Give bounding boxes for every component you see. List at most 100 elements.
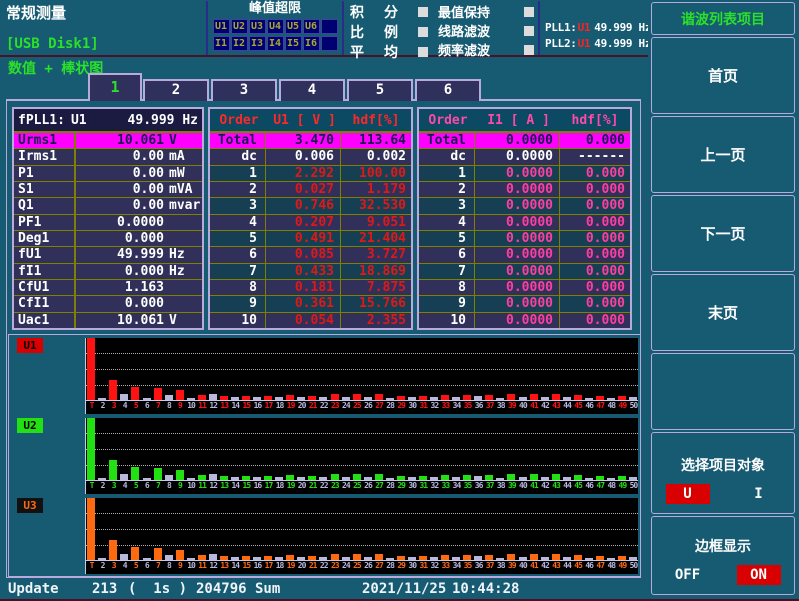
- harmonics-row-3: 30.00000.000: [419, 198, 630, 214]
- peak-indicator-i: I6: [303, 36, 320, 51]
- element-rows: Urms110.061VIrms10.00mAP10.00mWS10.00mVA…: [14, 133, 202, 328]
- harmonic-value: 0.0000: [475, 296, 560, 311]
- flag-checkbox-indicator: [524, 7, 534, 17]
- harmonic-bar: [607, 478, 615, 480]
- harmonics-row-8: 80.1817.875: [210, 280, 411, 296]
- harmonic-bar: [264, 476, 272, 480]
- chart-plot-area: T234567891011121314151617181920212223242…: [85, 498, 638, 574]
- element-row-fU1: fU149.999Hz: [14, 247, 202, 263]
- select-item-object-label: 选择项目对象: [681, 455, 765, 475]
- harmonic-bar: [485, 395, 493, 400]
- update-count: 213: [92, 581, 117, 597]
- element-value: 10.061: [76, 313, 164, 328]
- option-off[interactable]: OFF: [666, 565, 710, 585]
- harmonic-order: 10: [419, 313, 475, 328]
- tab-element-4[interactable]: 4: [279, 79, 345, 101]
- harmonic-bar: [607, 558, 615, 560]
- harmonic-bar: [253, 557, 261, 560]
- harmonic-bar: [198, 395, 206, 400]
- peak-over-limit-section: 峰值超限 U1U2U3U4U5U6 I1I2I3I4I5I6: [206, 1, 344, 55]
- option-u[interactable]: U: [666, 484, 710, 504]
- option-i[interactable]: I: [737, 484, 781, 504]
- tab-element-2[interactable]: 2: [143, 79, 209, 101]
- border-display-button[interactable]: 边框显示 OFF ON: [651, 516, 795, 595]
- element-value: 10.061: [76, 133, 164, 148]
- harmonic-order: 3: [210, 198, 266, 213]
- harmonic-bar: [131, 547, 139, 560]
- harmonic-bar: [452, 557, 460, 560]
- peak-i-indicators: I1I2I3I4I5I6: [211, 36, 339, 51]
- harmonic-hdf: 0.000: [560, 296, 630, 311]
- harmonic-bar: [319, 477, 327, 480]
- harmonic-hdf: 18.869: [341, 264, 411, 279]
- element-unit: mvar: [164, 198, 202, 213]
- harmonic-bar: [87, 418, 95, 480]
- element-row-CfU1: CfU11.163: [14, 280, 202, 296]
- harmonic-bar: [165, 475, 173, 480]
- softkey-4[interactable]: 末页: [651, 274, 795, 351]
- pll-frequency: 49.999 Hz: [594, 21, 651, 34]
- select-item-object-button[interactable]: 选择项目对象 U I: [651, 432, 795, 514]
- flag-char: 例: [384, 22, 398, 42]
- harmonic-bar: [198, 475, 206, 480]
- harmonic-order: 3: [419, 198, 475, 213]
- harmonic-bar: [585, 398, 593, 400]
- i-harmonics-table: OrderI1 [ A ]hdf[%]Total0.00000.000dc0.0…: [417, 107, 632, 330]
- element-row-Deg1: Deg10.000: [14, 231, 202, 247]
- harmonic-bar: [98, 558, 106, 560]
- harmonic-order: 2: [210, 182, 266, 197]
- harmonic-bar: [386, 478, 394, 480]
- element-name: Deg1: [14, 231, 76, 246]
- harmonic-bar: [375, 474, 383, 480]
- harmonic-hdf: 0.000: [560, 215, 630, 230]
- harmonic-bar: [552, 394, 560, 400]
- harmonic-bar: [242, 396, 250, 400]
- harmonic-order: 6: [419, 247, 475, 262]
- harmonic-hdf: 0.000: [560, 280, 630, 295]
- harmonic-bar: [331, 554, 339, 560]
- element-value: 1.163: [76, 280, 164, 295]
- element-name: fU1: [14, 247, 76, 262]
- harmonics-row-Total: Total3.470113.64: [210, 133, 411, 149]
- harmonic-bar: [297, 397, 305, 400]
- harmonic-bar: [286, 555, 294, 560]
- order-header: Order: [419, 113, 477, 128]
- tab-element-1[interactable]: 1: [88, 73, 142, 101]
- pll-section: PLL1:U149.999 HzPLL2:U149.999 Hz: [538, 1, 646, 55]
- tab-element-5[interactable]: 5: [347, 79, 413, 101]
- gridline: [86, 385, 638, 386]
- harmonic-order: Total: [210, 133, 266, 148]
- softkey-2[interactable]: 上一页: [651, 116, 795, 193]
- peak-indicator-u: U2: [231, 19, 248, 34]
- peak-indicator-u: [321, 19, 338, 34]
- mode-section: 常规测量 [USB Disk1]: [2, 1, 202, 53]
- chart-channel-label: U3: [17, 498, 43, 513]
- tab-element-3[interactable]: 3: [211, 79, 277, 101]
- harmonic-bar: [342, 397, 350, 400]
- hdf-header: hdf[%]: [560, 113, 630, 128]
- harmonic-hdf: 3.727: [341, 247, 411, 262]
- softkey-1[interactable]: 首页: [651, 37, 795, 114]
- softkey-empty[interactable]: [651, 353, 795, 430]
- flag-char: 比: [350, 22, 364, 42]
- tab-element-6[interactable]: 6: [415, 79, 481, 101]
- element-value: 0.0000: [76, 215, 164, 230]
- harmonic-value: 0.085: [266, 247, 341, 262]
- harmonic-bar: [463, 555, 471, 560]
- harmonic-bar: [253, 477, 261, 480]
- update-interval: ( 1s ): [128, 581, 187, 597]
- harmonic-bar: [397, 396, 405, 400]
- harmonic-bar: [386, 558, 394, 560]
- element-unit: mVA: [164, 182, 202, 197]
- option-on[interactable]: ON: [737, 565, 781, 585]
- harmonic-hdf: 0.000: [560, 182, 630, 197]
- harmonics-row-3: 30.74632.530: [210, 198, 411, 214]
- harmonic-value: 0.491: [266, 231, 341, 246]
- softkey-3[interactable]: 下一页: [651, 195, 795, 272]
- harmonic-bar: [154, 468, 162, 480]
- harmonic-bar: [209, 554, 217, 560]
- peak-indicator-i: I2: [231, 36, 248, 51]
- harmonic-bar: [541, 477, 549, 480]
- element-unit: V: [164, 133, 202, 148]
- tick-label: 50: [627, 561, 639, 570]
